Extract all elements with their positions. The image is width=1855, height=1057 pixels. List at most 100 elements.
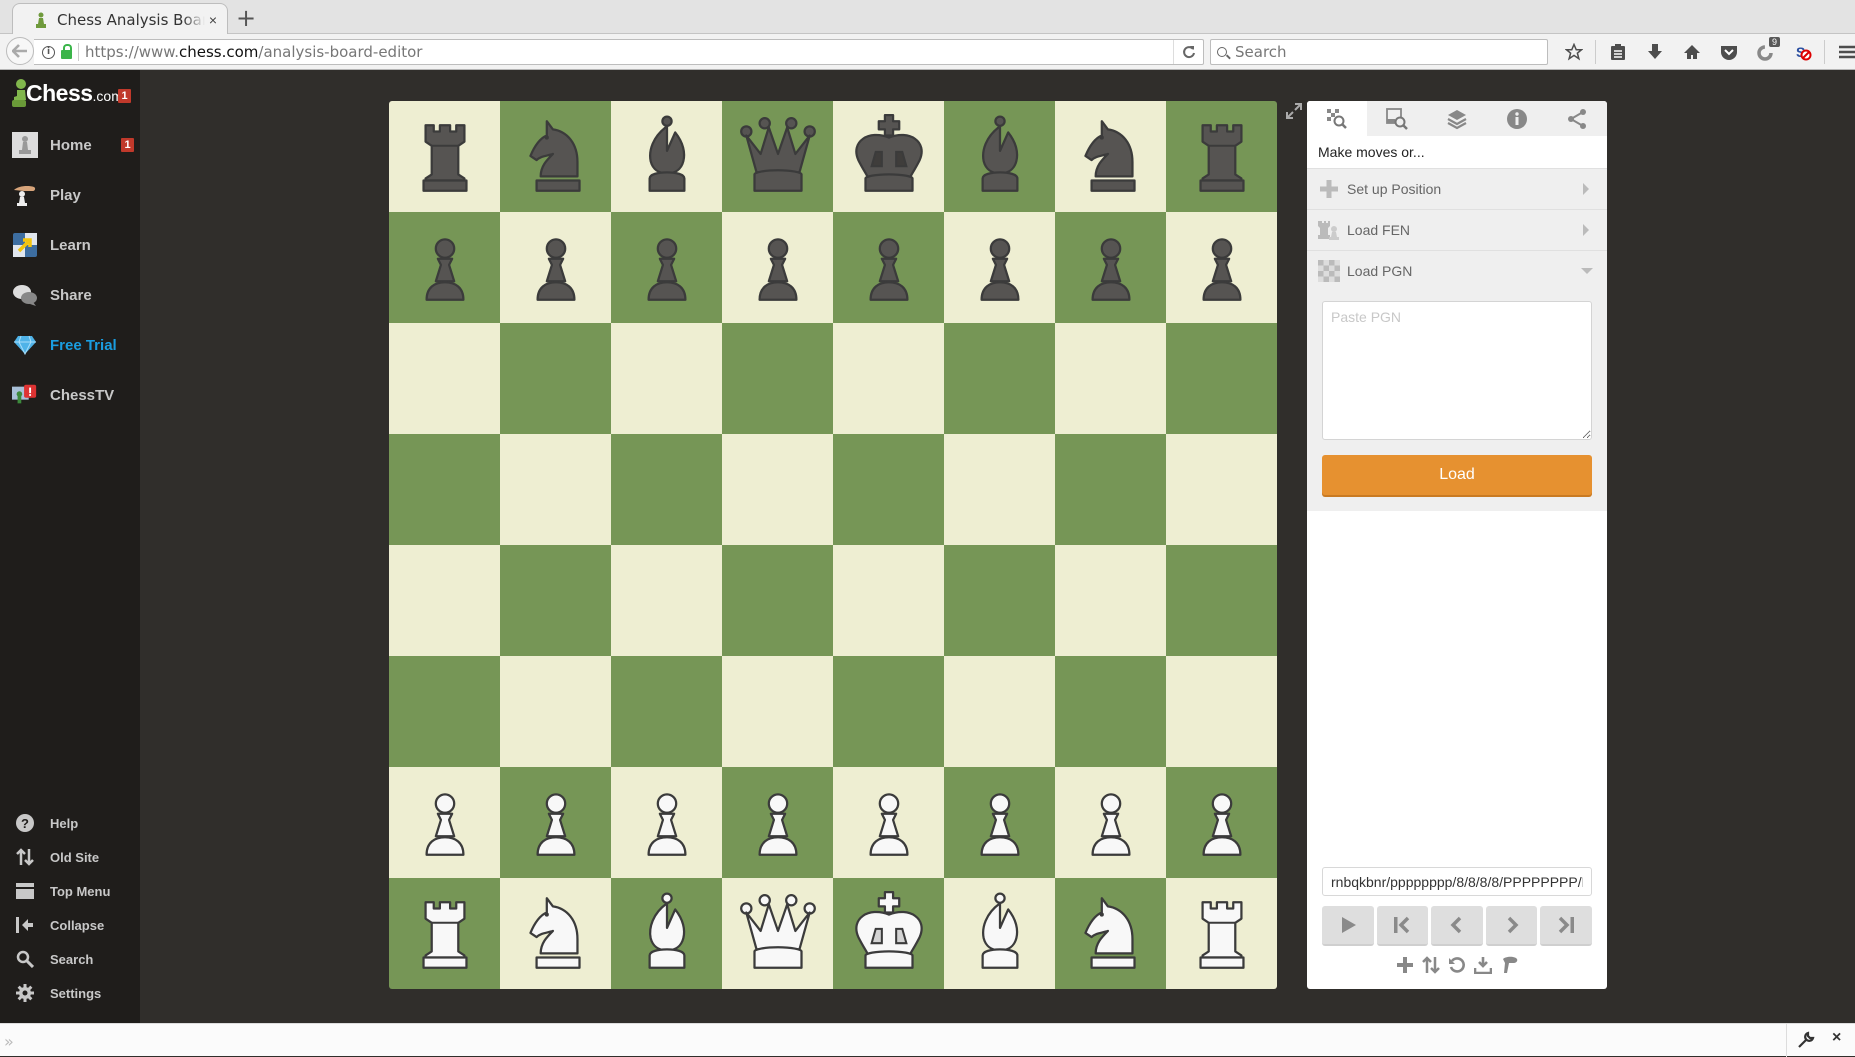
new-tab-button[interactable]: + bbox=[236, 4, 256, 32]
sidebar-item-collapse[interactable]: Collapse bbox=[14, 913, 134, 937]
square-b7[interactable] bbox=[500, 212, 611, 323]
chess-board[interactable] bbox=[389, 101, 1277, 989]
square-d1[interactable] bbox=[722, 878, 833, 989]
white-pawn-piece[interactable] bbox=[1065, 777, 1157, 869]
reload-button[interactable] bbox=[1173, 40, 1203, 64]
black-pawn-piece[interactable] bbox=[510, 222, 602, 314]
square-e2[interactable] bbox=[833, 767, 944, 878]
black-bishop-piece[interactable] bbox=[954, 111, 1046, 203]
sidebar-item-settings[interactable]: Settings bbox=[14, 981, 134, 1005]
next-move-button[interactable] bbox=[1485, 906, 1538, 946]
white-pawn-piece[interactable] bbox=[510, 777, 602, 869]
home-icon[interactable] bbox=[1673, 34, 1710, 70]
square-h3[interactable] bbox=[1166, 656, 1277, 767]
sidebar-item-chesstv[interactable]: ChessTV bbox=[12, 380, 132, 410]
white-bishop-piece[interactable] bbox=[954, 888, 1046, 980]
white-pawn-piece[interactable] bbox=[399, 777, 491, 869]
white-pawn-piece[interactable] bbox=[621, 777, 713, 869]
expand-board-icon[interactable] bbox=[1285, 102, 1303, 120]
square-a5[interactable] bbox=[389, 434, 500, 545]
square-c1[interactable] bbox=[611, 878, 722, 989]
tab-analysis[interactable] bbox=[1307, 101, 1367, 136]
square-h1[interactable] bbox=[1166, 878, 1277, 989]
tab-close-icon[interactable]: × bbox=[209, 12, 217, 28]
square-f7[interactable] bbox=[944, 212, 1055, 323]
white-pawn-piece[interactable] bbox=[732, 777, 824, 869]
square-d6[interactable] bbox=[722, 323, 833, 434]
white-queen-piece[interactable] bbox=[732, 888, 824, 980]
browser-search-box[interactable] bbox=[1210, 39, 1548, 65]
white-king-piece[interactable] bbox=[843, 888, 935, 980]
square-f2[interactable] bbox=[944, 767, 1055, 878]
load-pgn-button[interactable]: Load bbox=[1322, 455, 1592, 495]
square-f8[interactable] bbox=[944, 101, 1055, 212]
square-d8[interactable] bbox=[722, 101, 833, 212]
black-knight-piece[interactable] bbox=[1065, 111, 1157, 203]
site-info-icon[interactable]: i bbox=[42, 45, 55, 59]
square-h6[interactable] bbox=[1166, 323, 1277, 434]
load-pgn-section[interactable]: Load PGN bbox=[1307, 250, 1607, 291]
white-pawn-piece[interactable] bbox=[1176, 777, 1268, 869]
square-c8[interactable] bbox=[611, 101, 722, 212]
square-a8[interactable] bbox=[389, 101, 500, 212]
black-pawn-piece[interactable] bbox=[1176, 222, 1268, 314]
black-pawn-piece[interactable] bbox=[843, 222, 935, 314]
square-g7[interactable] bbox=[1055, 212, 1166, 323]
tab-share[interactable] bbox=[1547, 101, 1607, 136]
hamburger-menu-icon[interactable] bbox=[1828, 34, 1855, 70]
sidebar-item-learn[interactable]: Learn bbox=[12, 230, 132, 260]
square-d4[interactable] bbox=[722, 545, 833, 656]
settings-brush-button[interactable] bbox=[1498, 955, 1520, 975]
white-rook-piece[interactable] bbox=[1176, 888, 1268, 980]
sidebar-item-play[interactable]: Play bbox=[12, 180, 132, 210]
square-a1[interactable] bbox=[389, 878, 500, 989]
square-c3[interactable] bbox=[611, 656, 722, 767]
square-e6[interactable] bbox=[833, 323, 944, 434]
black-pawn-piece[interactable] bbox=[1065, 222, 1157, 314]
square-e3[interactable] bbox=[833, 656, 944, 767]
square-d7[interactable] bbox=[722, 212, 833, 323]
tab-game-review[interactable] bbox=[1367, 101, 1427, 136]
black-pawn-piece[interactable] bbox=[399, 222, 491, 314]
square-b1[interactable] bbox=[500, 878, 611, 989]
square-b5[interactable] bbox=[500, 434, 611, 545]
square-e1[interactable] bbox=[833, 878, 944, 989]
square-c5[interactable] bbox=[611, 434, 722, 545]
square-f4[interactable] bbox=[944, 545, 1055, 656]
black-rook-piece[interactable] bbox=[1176, 111, 1268, 203]
sidebar-item-free-trial[interactable]: Free Trial bbox=[12, 330, 132, 360]
square-h2[interactable] bbox=[1166, 767, 1277, 878]
square-a3[interactable] bbox=[389, 656, 500, 767]
square-f6[interactable] bbox=[944, 323, 1055, 434]
white-pawn-piece[interactable] bbox=[843, 777, 935, 869]
square-g5[interactable] bbox=[1055, 434, 1166, 545]
square-h5[interactable] bbox=[1166, 434, 1277, 545]
square-c4[interactable] bbox=[611, 545, 722, 656]
black-pawn-piece[interactable] bbox=[621, 222, 713, 314]
sidebar-item-home[interactable]: Home 1 bbox=[12, 130, 134, 160]
square-g1[interactable] bbox=[1055, 878, 1166, 989]
square-h8[interactable] bbox=[1166, 101, 1277, 212]
sidebar-item-search[interactable]: Search bbox=[14, 947, 134, 971]
black-king-piece[interactable] bbox=[843, 111, 935, 203]
downloads-icon[interactable] bbox=[1636, 34, 1673, 70]
white-pawn-piece[interactable] bbox=[954, 777, 1046, 869]
setup-position-section[interactable]: Set up Position bbox=[1307, 168, 1607, 209]
white-knight-piece[interactable] bbox=[1065, 888, 1157, 980]
square-b2[interactable] bbox=[500, 767, 611, 878]
address-bar[interactable]: i https://www.chess.com/analysis-board-e… bbox=[34, 39, 1204, 65]
square-b4[interactable] bbox=[500, 545, 611, 656]
square-a2[interactable] bbox=[389, 767, 500, 878]
new-game-button[interactable] bbox=[1394, 955, 1416, 975]
square-f3[interactable] bbox=[944, 656, 1055, 767]
square-d5[interactable] bbox=[722, 434, 833, 545]
square-g4[interactable] bbox=[1055, 545, 1166, 656]
wrench-icon[interactable] bbox=[1797, 1031, 1815, 1049]
flip-board-button[interactable] bbox=[1420, 955, 1442, 975]
pocket-icon[interactable] bbox=[1710, 34, 1747, 70]
url-text[interactable]: https://www.chess.com/analysis-board-edi… bbox=[85, 43, 1173, 61]
sidebar-item-share[interactable]: Share bbox=[12, 280, 132, 310]
square-e5[interactable] bbox=[833, 434, 944, 545]
square-c2[interactable] bbox=[611, 767, 722, 878]
square-f1[interactable] bbox=[944, 878, 1055, 989]
